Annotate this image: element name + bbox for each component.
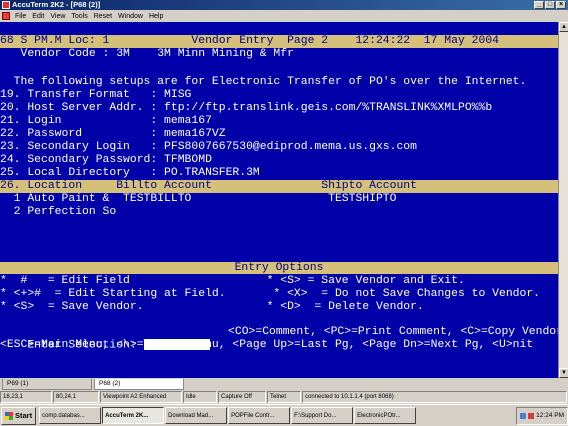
tab-p69[interactable]: P69 (1) — [2, 379, 92, 390]
taskbar: Start comp.databas... AccuTerm 2K... Dow… — [0, 404, 568, 426]
session-tabs: P69 (1) P68 (2) — [0, 379, 568, 390]
field-24: 24. Secondary Password: TFMBOMD — [0, 154, 212, 166]
vertical-scrollbar[interactable]: ▲ ▼ — [558, 22, 568, 378]
menu-reset[interactable]: Reset — [91, 13, 115, 20]
field-20: 20. Host Server Addr. : ftp://ftp.transl… — [0, 102, 493, 114]
menu-view[interactable]: View — [47, 13, 68, 20]
taskbar-item[interactable]: POPFile Contr... — [228, 407, 291, 424]
tray-icon[interactable] — [520, 412, 527, 419]
taskbar-item[interactable]: Download Mad... — [165, 407, 228, 424]
table-row: 2 Perfection So — [0, 206, 117, 218]
status-idle: Idle — [183, 391, 217, 403]
tab-p68[interactable]: P68 (2) — [94, 379, 184, 390]
clock: 12:24 PM — [536, 412, 564, 419]
option-line: * <S> = Save Vendor. * <D> = Delete Vend… — [0, 301, 424, 313]
close-button[interactable]: × — [556, 1, 566, 9]
tray-icon[interactable] — [528, 412, 535, 419]
field-22: 22. Password : mema167VZ — [0, 128, 226, 140]
status-cursor: 18,23,1 — [0, 391, 52, 403]
document-icon — [2, 12, 10, 20]
location-table-header: 26. Location Billto Account Shipto Accou… — [0, 180, 558, 193]
taskbar-item[interactable]: comp.databas... — [39, 407, 102, 424]
taskbar-item[interactable]: ElectronicPOtr... — [354, 407, 417, 424]
title-bar: AccuTerm 2K2 - [P68 (2)] _ □ × — [0, 0, 568, 10]
windows-logo-icon — [5, 411, 13, 420]
field-19: 19. Transfer Format : MISG — [0, 89, 192, 101]
field-23: 23. Secondary Login : PFS8007667530@edip… — [0, 141, 417, 153]
status-capture: Capture Off — [218, 391, 266, 403]
status-screen-size: 80,24,1 — [53, 391, 99, 403]
menu-tools[interactable]: Tools — [68, 13, 90, 20]
option-line: * <+># = Edit Starting at Field. * <X> =… — [0, 288, 541, 300]
menu-window[interactable]: Window — [115, 13, 146, 20]
help-line-1: <CO>=Comment, <PC>=Print Comment, <C>=Co… — [105, 326, 563, 338]
field-25: 25. Local Directory : PO.TRANSFER.3M — [0, 167, 260, 179]
system-tray: 12:24 PM — [516, 406, 568, 425]
field-21: 21. Login : mema167 — [0, 115, 212, 127]
table-row: 1 Auto Paint & TESTBILLTO TESTSHIPTO — [0, 193, 397, 205]
menu-bar: File Edit View Tools Reset Window Help — [0, 10, 568, 22]
intro-text: The following setups are for Electronic … — [0, 76, 527, 88]
entry-options-title: Entry Options — [0, 262, 558, 274]
menu-file[interactable]: File — [12, 13, 29, 20]
help-line-2: <ESC>=Main Menu, <\>=Vendor Menu, <Page … — [0, 339, 534, 351]
taskbar-item-active[interactable]: AccuTerm 2K... — [102, 407, 165, 424]
terminal-screen[interactable]: 68 S PM.M Loc: 1 Vendor Entry Page 2 12:… — [0, 22, 563, 378]
start-button[interactable]: Start — [1, 406, 37, 425]
window-title: AccuTerm 2K2 - [P68 (2)] — [12, 0, 101, 9]
minimize-button[interactable]: _ — [534, 1, 544, 9]
status-protocol: Telnet — [267, 391, 301, 403]
scroll-up-icon[interactable]: ▲ — [559, 22, 568, 32]
screen-header: 68 S PM.M Loc: 1 Vendor Entry Page 2 12:… — [0, 35, 558, 48]
status-bar: 18,23,1 80,24,1 Viewpoint A2 Enhanced Id… — [0, 391, 568, 403]
status-emulation: Viewpoint A2 Enhanced — [100, 391, 182, 403]
status-connection: connected to 10.1.1.4 (port 8068) — [302, 391, 567, 403]
menu-edit[interactable]: Edit — [29, 13, 47, 20]
vendor-code-line: Vendor Code : 3M 3M Minn Mining & Mfr — [0, 48, 294, 60]
maximize-button[interactable]: □ — [545, 1, 555, 9]
scroll-down-icon[interactable]: ▼ — [559, 368, 568, 378]
menu-help[interactable]: Help — [146, 13, 166, 20]
option-line: * # = Edit Field * <S> = Save Vendor and… — [0, 275, 465, 287]
app-icon — [2, 1, 10, 9]
taskbar-item[interactable]: F:\Support Do... — [291, 407, 354, 424]
